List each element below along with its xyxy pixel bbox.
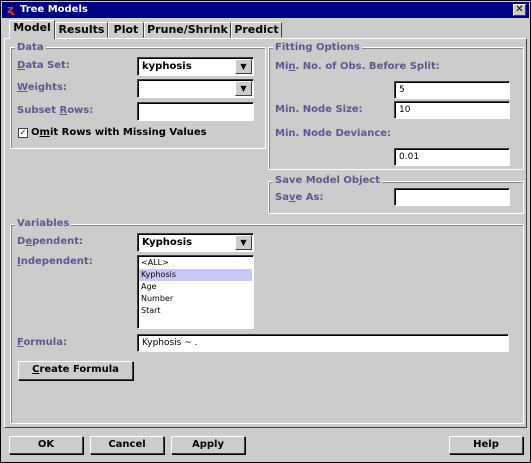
data-set-combo[interactable]: kyphosis ▼ — [137, 57, 254, 76]
save-model-title: Save Model Object — [273, 175, 382, 186]
omit-missing-label[interactable]: Omit Rows with Missing Values — [31, 127, 207, 139]
min-obs-label: Min. No. of Obs. Before Split: — [275, 61, 440, 72]
tab-panel-model: Data Data Set: kyphosis ▼ Weights: ▼ Sub… — [4, 38, 527, 428]
ok-button[interactable]: OK — [9, 436, 83, 454]
dialog-window: ʐ Tree Models ✕ Model Results Plot Prune… — [0, 0, 531, 463]
weights-combo[interactable]: ▼ — [137, 79, 254, 98]
chevron-down-icon[interactable]: ▼ — [235, 59, 252, 74]
min-node-deviance-label: Min. Node Deviance: — [275, 128, 392, 139]
data-group-title: Data — [15, 42, 46, 53]
title-bar[interactable]: ʐ Tree Models ✕ — [2, 2, 529, 18]
dependent-combo[interactable]: Kyphosis ▼ — [137, 233, 254, 252]
save-as-input[interactable] — [394, 188, 510, 206]
tab-results[interactable]: Results — [55, 22, 108, 38]
chevron-down-icon[interactable]: ▼ — [235, 235, 252, 250]
help-button[interactable]: Help — [449, 436, 523, 454]
omit-missing-checkbox[interactable]: ✓ — [18, 128, 28, 138]
tab-model[interactable]: Model — [9, 20, 55, 39]
apply-button[interactable]: Apply — [171, 436, 245, 454]
variables-title: Variables — [15, 218, 72, 229]
app-icon: ʐ — [7, 3, 15, 16]
tab-plot[interactable]: Plot — [108, 22, 144, 38]
weights-label: Weights: — [17, 82, 67, 93]
dependent-value: Kyphosis — [142, 237, 193, 248]
list-item-selected[interactable]: Kyphosis — [139, 269, 252, 281]
data-set-label: Data Set: — [17, 60, 70, 71]
fitting-options-title: Fitting Options — [273, 42, 362, 53]
create-formula-button[interactable]: Create Formula — [18, 361, 133, 380]
list-item[interactable]: Start — [139, 305, 252, 317]
min-obs-input[interactable]: 5 — [394, 81, 510, 99]
tab-predict[interactable]: Predict — [231, 22, 282, 38]
formula-label: Formula: — [17, 337, 67, 348]
chevron-down-icon[interactable]: ▼ — [235, 81, 252, 96]
close-icon: ✕ — [515, 4, 524, 15]
min-node-size-label: Min. Node Size: — [275, 104, 363, 115]
dependent-label: Dependent: — [17, 236, 84, 247]
list-item[interactable]: Number — [139, 293, 252, 305]
list-item[interactable]: <ALL> — [139, 257, 252, 269]
cancel-button[interactable]: Cancel — [90, 436, 164, 454]
close-button[interactable]: ✕ — [513, 4, 526, 16]
min-node-size-input[interactable]: 10 — [394, 101, 510, 119]
tab-prune-shrink[interactable]: Prune/Shrink — [144, 22, 231, 38]
independent-label: Independent: — [17, 256, 93, 267]
variables-group — [10, 224, 524, 424]
window-title: Tree Models — [20, 4, 88, 15]
data-set-value: kyphosis — [142, 61, 192, 72]
subset-rows-input[interactable] — [137, 102, 254, 121]
independent-listbox[interactable]: <ALL> Kyphosis Age Number Start — [137, 255, 254, 329]
formula-input[interactable]: Kyphosis ~ . — [137, 334, 509, 352]
subset-rows-label: Subset Rows: — [17, 105, 94, 116]
save-as-label: Save As: — [275, 192, 324, 203]
min-node-deviance-input[interactable]: 0.01 — [394, 148, 510, 166]
list-item[interactable]: Age — [139, 281, 252, 293]
